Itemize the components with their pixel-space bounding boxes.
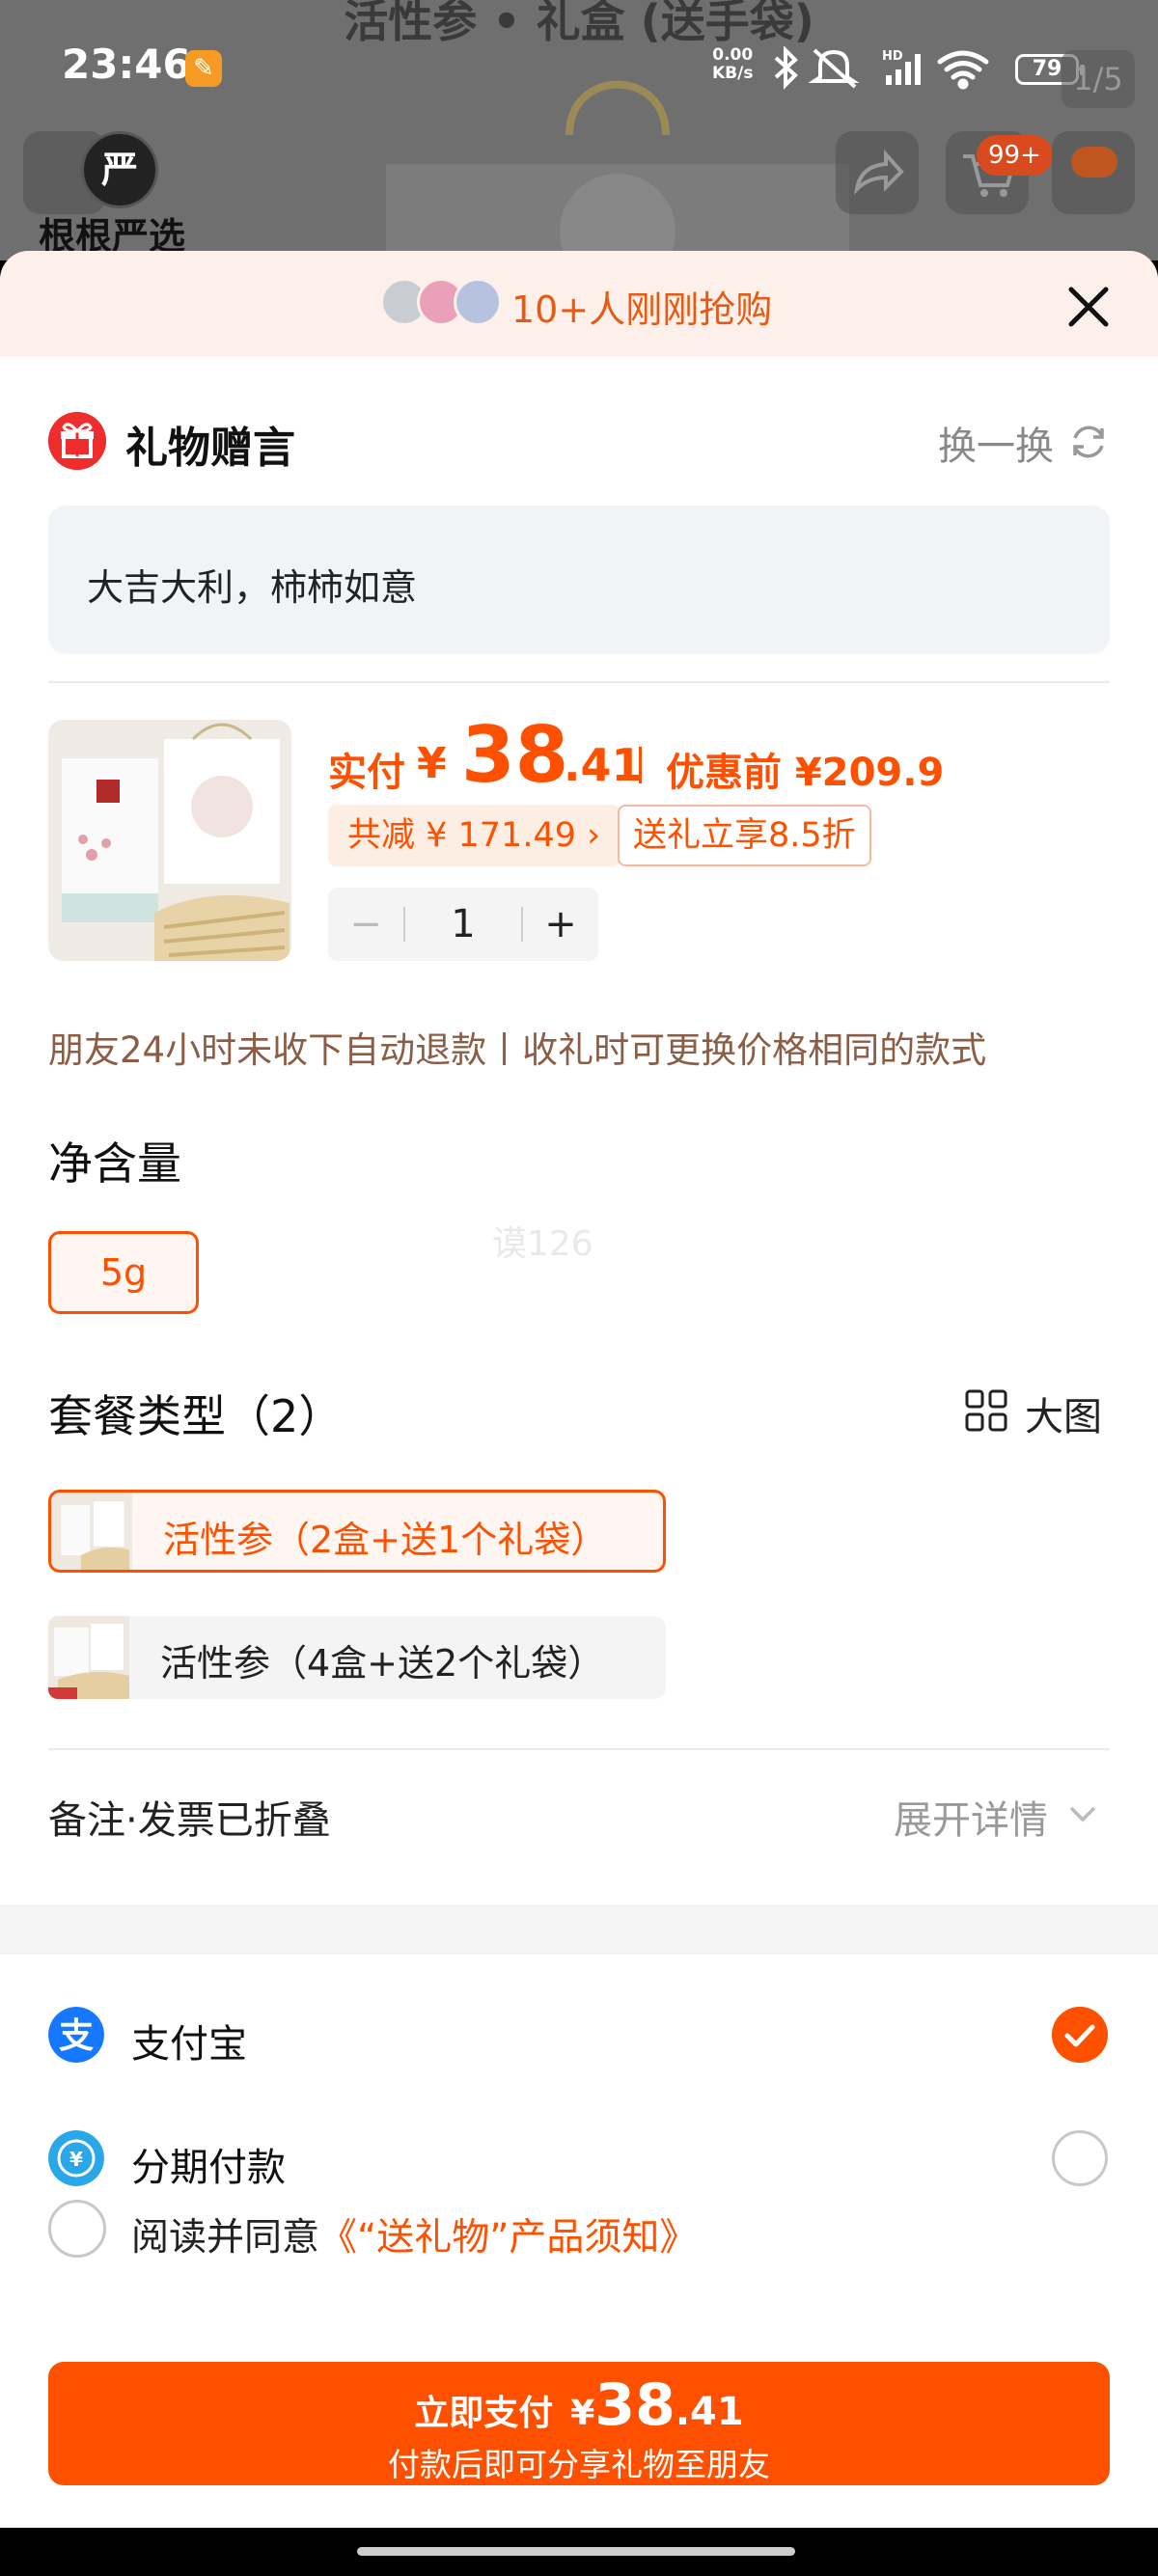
expand-details-button[interactable]: 展开详情 [894,1789,1048,1845]
pay-button-amount-line: 立即支付 ¥38.41 [48,2371,1110,2439]
decrease-quantity-button[interactable]: − [328,888,403,961]
buyers-count-text: 10+人刚刚抢购 [511,288,773,331]
home-indicator[interactable] [357,2547,795,2556]
section-separator [0,1905,1158,1955]
package-type-title: 套餐类型（2） [48,1390,344,1442]
payment-method-alipay[interactable]: 支付宝 [131,2013,247,2069]
quantity-stepper: − 1 + [328,888,598,961]
price-integer: 38 [461,710,569,800]
grid-icon [965,1389,1007,1432]
package-option-2[interactable]: 活性参（4盒+送2个礼袋） [48,1616,666,1699]
package-option-label: 活性参（2盒+送1个礼袋） [163,1519,608,1561]
status-icons: HD [774,46,989,90]
buyers-banner: 10+人刚刚抢购 [0,251,1158,357]
pay-button-currency: ¥ [570,2394,595,2433]
notification-app-icon: ✎ [185,50,222,87]
share-button[interactable] [836,131,919,214]
agreement-prefix: 阅读并同意 [131,2216,320,2260]
close-icon[interactable] [1062,280,1116,334]
gift-message-title: 礼物赠言 [125,424,295,473]
gift-message-field[interactable]: 大吉大利，柿柿如意 [48,506,1110,654]
bluetooth-icon [774,46,798,90]
gift-icon [48,412,106,470]
system-navigation-bar [0,2528,1158,2576]
pay-label: 实付 [328,751,405,795]
chevron-down-icon[interactable] [1067,1802,1098,1825]
share-icon [853,149,904,195]
cart-count-badge: 99+ [977,135,1053,176]
increase-quantity-button[interactable]: + [523,888,598,961]
background-product-page: 活性参 • 礼盒 (送手袋) 23:46 ✎ 0.00 KB/s HD 79 1… [0,0,1158,260]
pay-button-label: 立即支付 [414,2394,554,2433]
svg-text:¥: ¥ [69,2148,83,2171]
signal-icon: HD [882,49,921,85]
divider [48,1748,1110,1750]
size-option-5g[interactable]: 5g [48,1231,199,1314]
clock: 23:46 [62,41,191,88]
pay-button-subtitle: 付款后即可分享礼物至朋友 [388,2446,770,2483]
pay-button-amount-integer: 38 [594,2371,676,2439]
gift-discount-tag: 送礼立享8.5折 [618,805,871,866]
notes-invoice-label: 备注·发票已折叠 [48,1798,331,1843]
refresh-icon[interactable] [1067,421,1110,463]
agreement-checkbox[interactable] [48,2200,106,2258]
watermark-text: 谟126 [492,1224,593,1264]
pay-now-button[interactable]: 立即支付 ¥38.41 付款后即可分享礼物至朋友 [48,2362,1110,2485]
alipay-radio-checked[interactable] [1052,2007,1108,2063]
currency-symbol: ¥ [417,739,447,788]
payment-method-installment[interactable]: 分期付款 [131,2136,286,2192]
gift-checkout-sheet: 10+人刚刚抢购 礼物赠言 换一换 大吉大利，柿柿如意 实付 ¥ 38 .41 … [0,251,1158,2528]
swap-message-button[interactable]: 换一换 [938,415,1054,471]
pay-button-amount-decimal: .41 [675,2390,744,2434]
installment-icon: ¥ [48,2130,104,2186]
avatar [454,278,502,326]
gift-message-text: 大吉大利，柿柿如意 [87,566,418,609]
installment-radio[interactable] [1052,2130,1108,2186]
more-button[interactable] [1052,131,1135,214]
wifi-icon [937,50,989,90]
discount-detail-tag[interactable]: 共减 ¥ 171.49 › [328,805,620,866]
divider [48,681,1110,683]
status-bar: 23:46 ✎ 0.00 KB/s HD 79 [0,0,1158,135]
buyer-avatars [380,278,506,326]
image-page-counter: 1/5 [1062,50,1135,108]
package-option-label: 活性参（4盒+送2个礼袋） [160,1642,605,1685]
network-speed: 0.00 KB/s [712,45,754,83]
svg-text:支: 支 [59,2016,94,2056]
price-decimal: .41 [564,739,643,791]
refund-note: 朋友24小时未收下自动退款丨收礼时可更换价格相同的款式 [48,1029,987,1071]
package-thumbnail [48,1616,129,1699]
big-view-label: 大图 [1025,1395,1102,1439]
agreement-text: 阅读并同意《“送礼物”产品须知》 [131,2207,697,2261]
svg-text:HD: HD [882,49,903,64]
package-thumbnail [51,1493,132,1570]
shop-logo: 严 [81,131,158,208]
product-thumbnail[interactable] [48,720,291,961]
net-content-title: 净含量 [48,1137,181,1190]
terms-link[interactable]: 《“送礼物”产品须知》 [319,2216,697,2260]
mute-icon [808,48,860,89]
alipay-icon: 支 [48,2007,104,2063]
quantity-value[interactable]: 1 [405,888,521,961]
original-price: 优惠前 ¥209.9 [666,751,945,795]
package-option-1[interactable]: 活性参（2盒+送1个礼袋） [48,1490,666,1573]
price-separator [639,747,642,783]
